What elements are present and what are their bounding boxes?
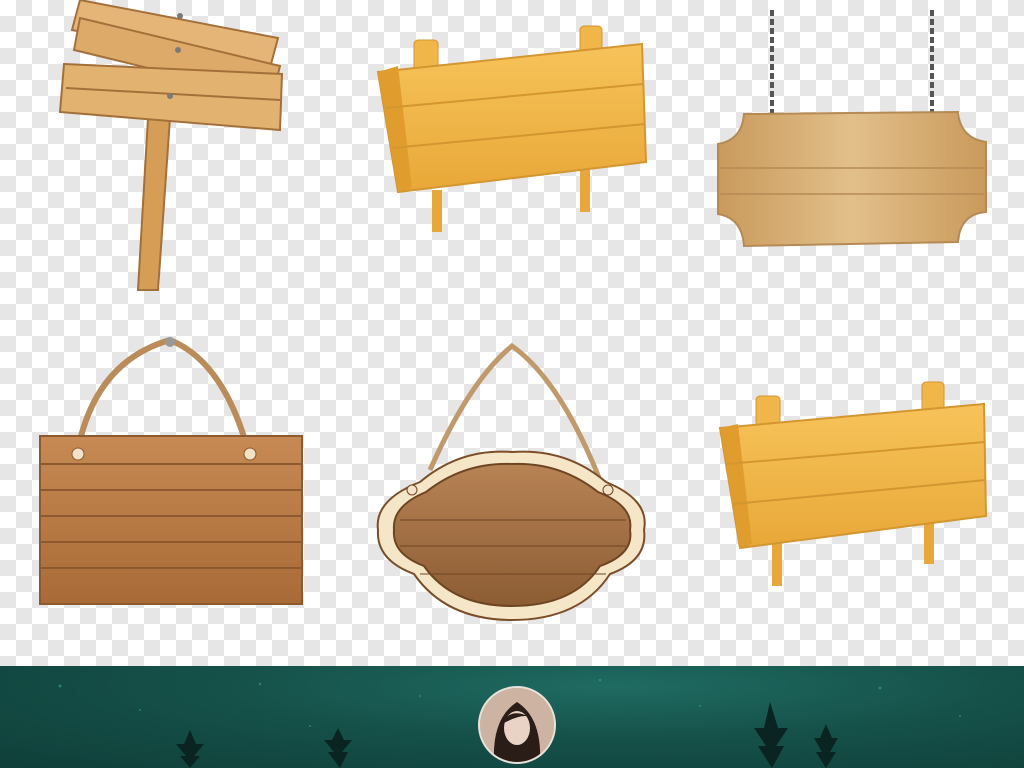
avatar-portrait <box>480 688 554 762</box>
wooden-sign-board-yellow <box>376 25 648 232</box>
wooden-signs-collage <box>39 0 988 622</box>
page <box>0 0 1024 768</box>
wooden-plaque-ornate-rope <box>376 342 646 622</box>
user-avatar-icon[interactable] <box>478 686 556 764</box>
wooden-signpost-stacked <box>58 0 284 291</box>
wooden-sign-hanging-rope <box>39 336 303 605</box>
wooden-sign-board-yellow-2 <box>718 381 988 586</box>
wooden-sign-hanging-chains <box>717 10 987 248</box>
